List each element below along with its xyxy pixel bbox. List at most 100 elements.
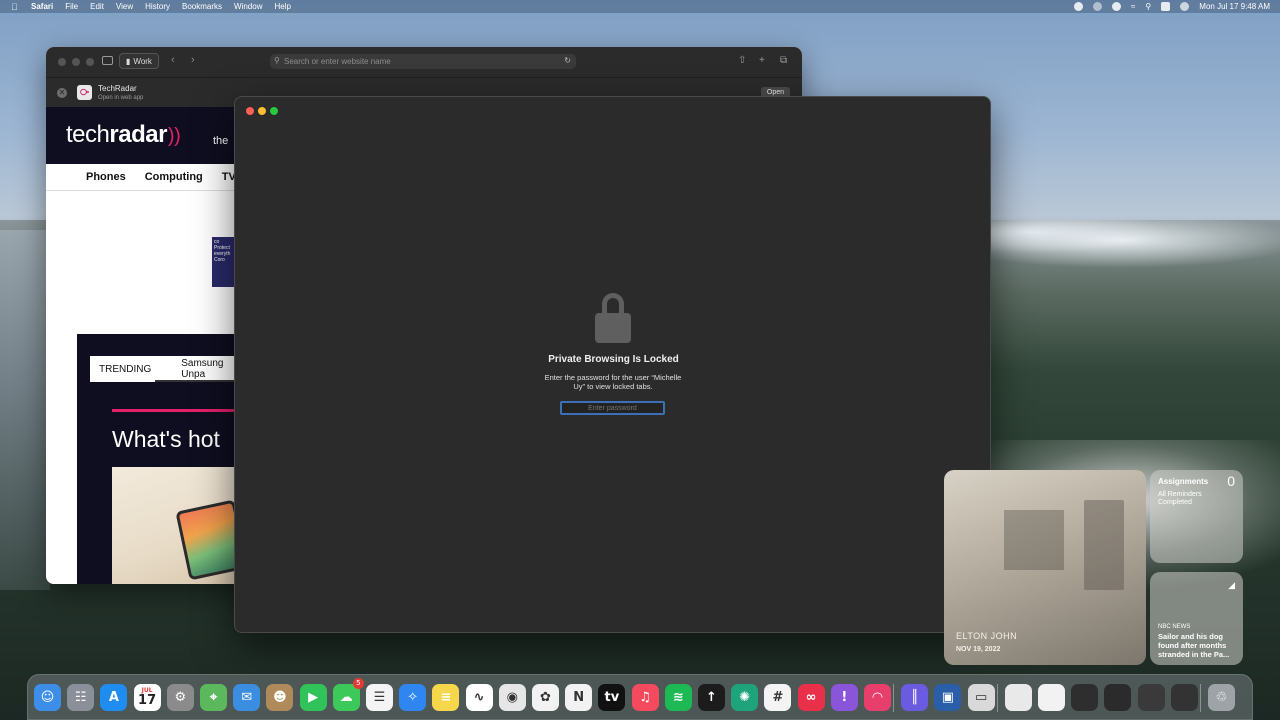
whats-hot-heading: What's hot (112, 426, 220, 452)
minimize-button[interactable] (258, 107, 266, 115)
status-app-icon[interactable] (1074, 2, 1084, 11)
reminders-widget[interactable]: Assignments 0 All Reminders Completed (1150, 470, 1243, 563)
dock-news-icon[interactable]: N (565, 684, 593, 711)
banner-close-icon[interactable]: ✕ (57, 88, 67, 98)
password-input[interactable] (560, 401, 665, 415)
dock-messages-icon[interactable]: ☁ 5 (332, 678, 364, 711)
dock-mail-icon[interactable]: ✉ (233, 684, 261, 711)
control-center-icon[interactable] (1161, 2, 1171, 11)
dock-safari-icon[interactable]: ✧ (399, 684, 427, 711)
dock-apple-tv-icon[interactable]: tv (598, 684, 626, 711)
dock-screen-sharing-icon[interactable]: ▭ (967, 684, 995, 711)
nav-computing[interactable]: Computing (145, 171, 203, 183)
menu-bookmarks[interactable]: Bookmarks (182, 2, 222, 11)
siri-icon[interactable] (1180, 2, 1190, 11)
dock-maps-icon[interactable]: ⌖ (200, 684, 227, 711)
site-tagline: the (213, 135, 229, 147)
menu-app-name[interactable]: Safari (31, 2, 53, 11)
search-icon: ⚲ (274, 56, 280, 65)
back-arrow-icon[interactable]: ‹ (171, 54, 175, 66)
address-placeholder: Search or enter website name (284, 57, 391, 66)
dock-trash-icon[interactable]: ♲ (1208, 684, 1235, 711)
wifi-icon[interactable]: ≈ (1131, 2, 1135, 11)
techradar-logo[interactable]: techradar)) (66, 121, 181, 149)
dock-facetime-icon[interactable]: ▶ (299, 684, 327, 711)
dock-system-settings-icon[interactable]: ⚙ (166, 684, 194, 711)
share-icon[interactable]: ⇧ (738, 55, 746, 66)
dock-reminders-icon[interactable]: ☰ (366, 684, 393, 711)
dock-app-store-icon[interactable]: A (100, 684, 128, 711)
dock-window-thumb-5-icon[interactable] (1137, 684, 1165, 711)
profile-button[interactable]: ▮ Work (119, 53, 159, 69)
dock-music-icon[interactable]: ♫ (631, 684, 659, 711)
safari-close-button[interactable] (58, 58, 66, 66)
spotlight-search-icon[interactable]: ⚲ (1145, 2, 1151, 11)
accent-divider (112, 409, 237, 412)
techradar-app-icon: ⧂ (77, 85, 92, 100)
dock-finder-icon[interactable]: ☺ (34, 684, 61, 711)
reload-icon[interactable]: ↻ (564, 56, 571, 65)
whats-hot-panel: TRENDING Samsung Unpa What's hot (77, 334, 249, 584)
profile-icon: ▮ (126, 56, 131, 66)
dock-chatgpt-icon[interactable]: ✺ (731, 684, 759, 711)
dock-creative-cloud-icon[interactable]: ∞ (797, 684, 825, 711)
menu-view[interactable]: View (116, 2, 133, 11)
dock-spotify-icon[interactable]: ≋ (664, 684, 692, 711)
news-source: NBC NEWS (1158, 624, 1191, 630)
status-app2-icon[interactable] (1093, 2, 1103, 11)
safari-minimize-button[interactable] (72, 58, 80, 66)
news-widget[interactable]: ◢ NBC NEWS Sailor and his dog found afte… (1150, 572, 1243, 665)
dock-contacts-icon[interactable]: ☻ (266, 684, 294, 711)
dock-window-thumb-1-icon[interactable] (1004, 684, 1032, 711)
safari-zoom-button[interactable] (86, 58, 94, 66)
dock-voice-memos-icon[interactable]: ║ (901, 684, 929, 711)
dock-separator (996, 684, 998, 712)
menu-edit[interactable]: Edit (90, 2, 104, 11)
menu-window[interactable]: Window (234, 2, 262, 11)
menu-history[interactable]: History (145, 2, 170, 11)
menu-clock[interactable]: Mon Jul 17 9:48 AM (1199, 2, 1270, 11)
private-browsing-window: Private Browsing Is Locked Enter the pas… (234, 96, 991, 633)
private-traffic-lights (246, 107, 278, 115)
menu-bar:  Safari File Edit View History Bookmark… (0, 0, 1280, 13)
dock-slack-icon[interactable]: # (764, 684, 792, 711)
locked-title: Private Browsing Is Locked (548, 354, 679, 365)
photo-machine-shape (1004, 510, 1064, 570)
dock-feedback-icon[interactable]: ! (830, 684, 858, 711)
forward-arrow-icon[interactable]: › (191, 54, 195, 66)
dock-app-yellow-green-icon[interactable]: ↑ (698, 684, 725, 711)
address-bar[interactable]: ⚲ Search or enter website name ↻ (270, 54, 576, 69)
close-button[interactable] (246, 107, 254, 115)
laptop-image[interactable] (112, 467, 249, 584)
dock-photos-icon[interactable]: ✿ (532, 684, 559, 711)
lock-body (595, 313, 631, 343)
tab-overview-icon[interactable]: ⧉ (780, 55, 787, 66)
dock-preview-icon[interactable]: ▣ (934, 684, 962, 711)
dock-window-thumb-3-icon[interactable] (1071, 684, 1099, 711)
logo-light-text: tech (66, 121, 110, 148)
dock-window-thumb-6-icon[interactable] (1170, 684, 1198, 711)
safari-traffic-lights (52, 58, 94, 66)
status-app3-icon[interactable] (1112, 2, 1122, 11)
dock-chrome-icon[interactable]: ◉ (498, 684, 526, 711)
menu-help[interactable]: Help (274, 2, 290, 11)
photo-widget[interactable]: ELTON JOHN NOV 19, 2022 (944, 470, 1146, 665)
dock-window-thumb-2-icon[interactable] (1038, 684, 1065, 711)
nav-phones[interactable]: Phones (86, 171, 126, 183)
sidebar-toggle-icon[interactable] (102, 56, 113, 65)
logo-bold-text: radar (109, 121, 167, 148)
new-tab-icon[interactable]: + (759, 55, 765, 66)
ad-banner[interactable]: co Protect everyth Coro (212, 237, 234, 287)
dock-rss-app-icon[interactable]: ◠ (864, 684, 891, 711)
menu-file[interactable]: File (65, 2, 78, 11)
dock-launchpad-icon[interactable]: ☷ (67, 684, 95, 711)
dock-window-thumb-4-icon[interactable] (1104, 684, 1132, 711)
dock-freeform-icon[interactable]: ∿ (465, 684, 493, 711)
dock-notes-icon[interactable]: ≡ (432, 684, 460, 711)
dock-calendar-icon[interactable]: JUL 17 (133, 684, 161, 711)
zoom-button[interactable] (270, 107, 278, 115)
trending-label: TRENDING (99, 363, 152, 375)
apple-menu-icon[interactable]:  (11, 2, 25, 12)
trending-item[interactable]: Samsung Unpa (181, 358, 235, 380)
banner-title: TechRadar (98, 84, 137, 93)
